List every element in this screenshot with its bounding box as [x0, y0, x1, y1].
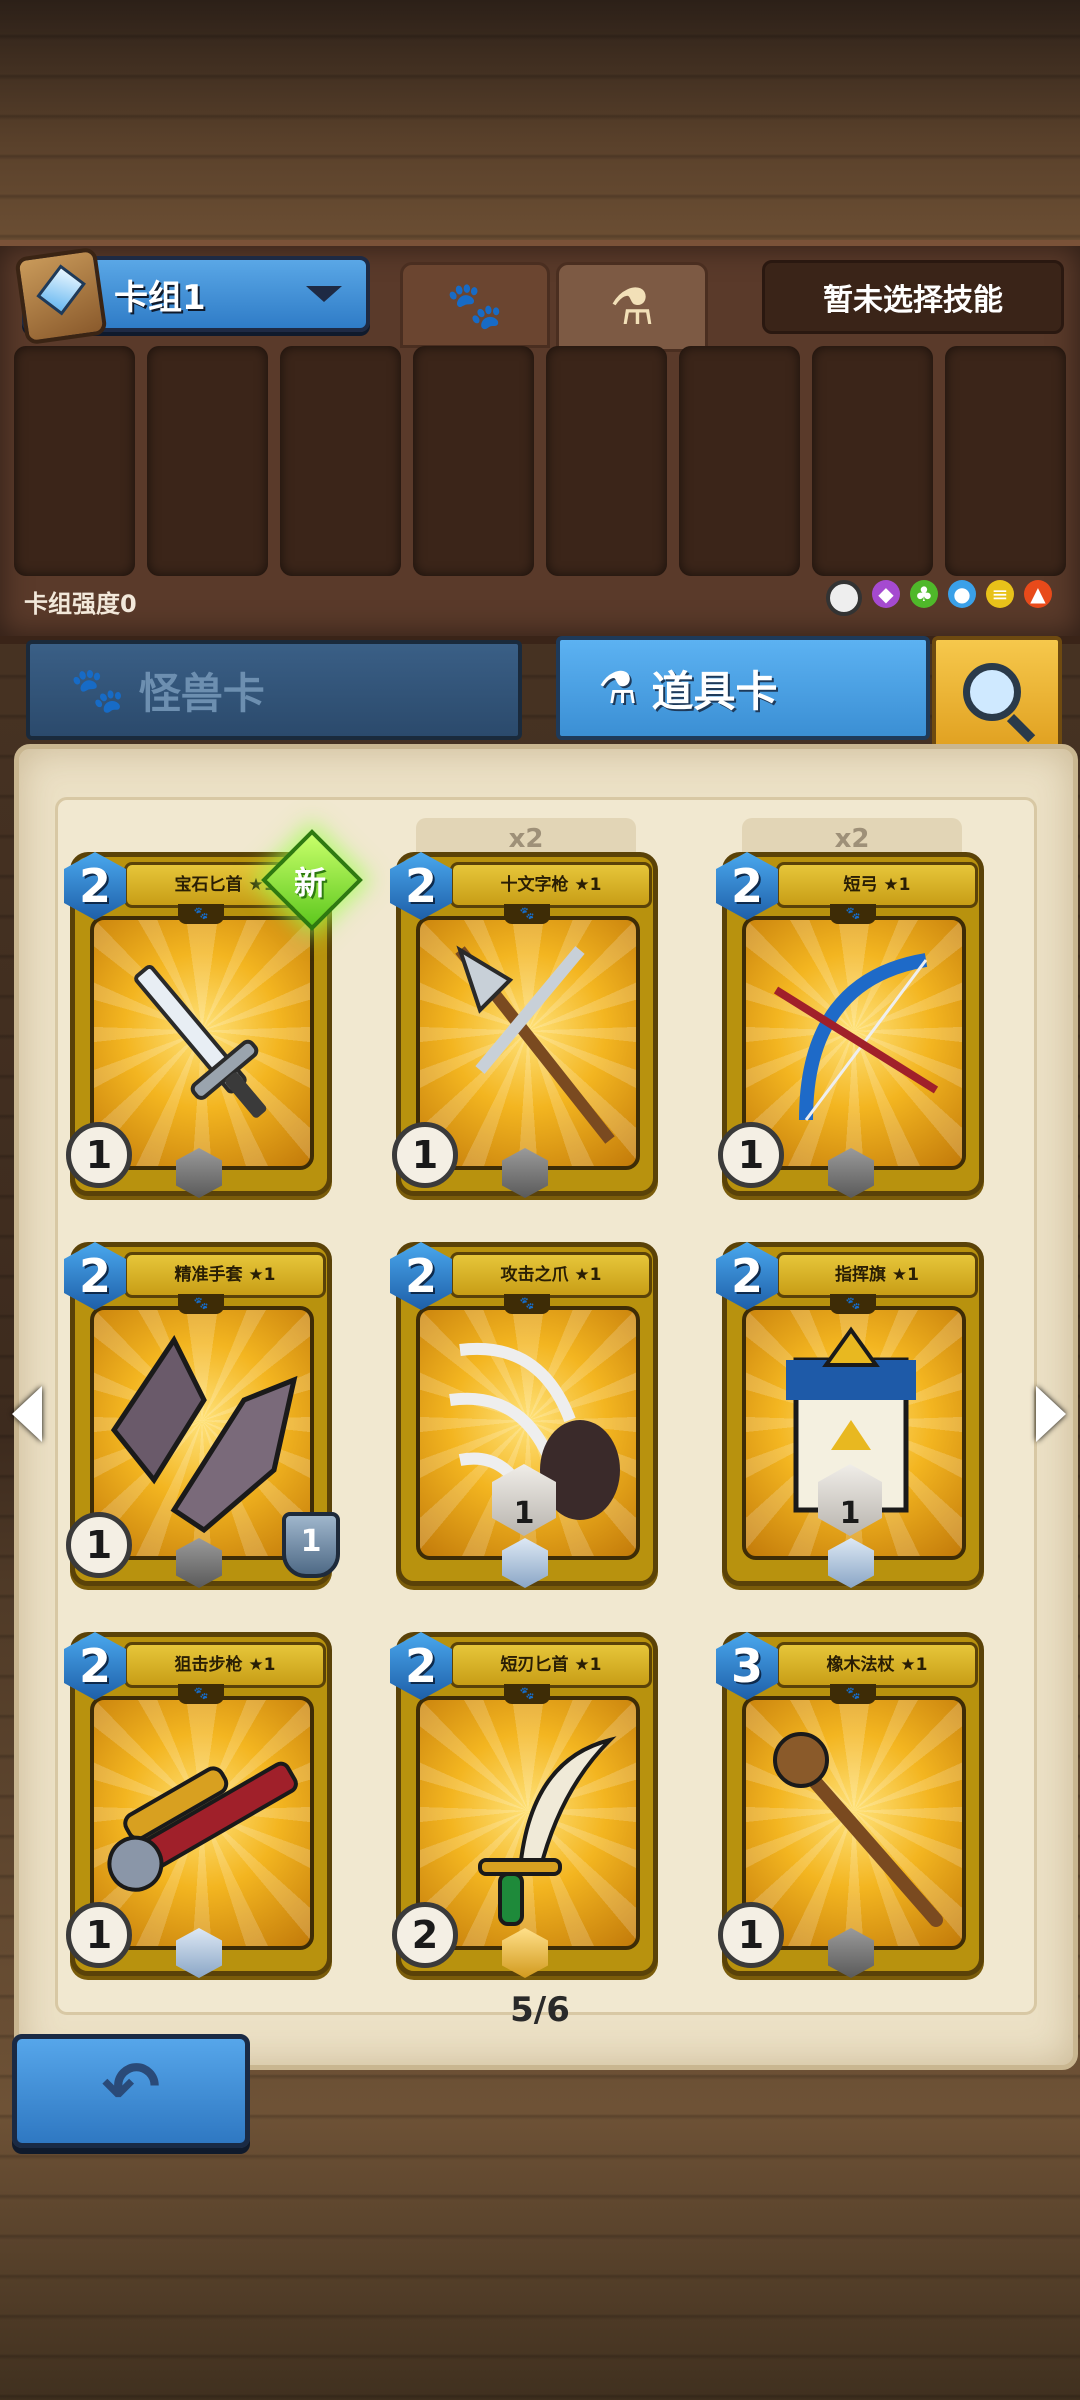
- bow-icon: [773, 953, 939, 1121]
- card-name: 攻击之爪 ★1: [450, 1252, 652, 1298]
- paw-icon: 🐾: [830, 1684, 876, 1704]
- next-page-arrow[interactable]: [1036, 1386, 1066, 1442]
- red-icon: ▲: [1024, 580, 1052, 608]
- item-card[interactable]: x2 十文字枪 ★1 2 🐾 1: [390, 818, 658, 1198]
- item-card[interactable]: x2 短弓 ★1 2 🐾 1: [716, 818, 984, 1198]
- card-art: [416, 1696, 640, 1950]
- card-attack: 2: [392, 1902, 458, 1968]
- potion-icon: ⚗: [598, 662, 638, 714]
- card-attack: 1: [66, 1512, 132, 1578]
- search-button[interactable]: [932, 636, 1062, 754]
- skill-selector[interactable]: 暂未选择技能: [762, 260, 1064, 334]
- card-name: 十文字枪 ★1: [450, 862, 652, 908]
- card-name: 狙击步枪 ★1: [124, 1642, 326, 1688]
- paw-icon: 🐾: [504, 1684, 550, 1704]
- sniper-rifle-icon: [107, 1761, 298, 1892]
- card-name: 橡木法杖 ★1: [776, 1642, 978, 1688]
- item-card[interactable]: 精准手套 ★1 2 🐾 1 1: [64, 1242, 340, 1588]
- armor-badge: 1: [282, 1512, 340, 1578]
- deck-slot[interactable]: [812, 346, 933, 576]
- tab-monster-skills[interactable]: 🐾: [400, 262, 550, 348]
- item-card[interactable]: 橡木法杖 ★1 3 🐾 1: [716, 1632, 984, 1978]
- deck-slot[interactable]: [413, 346, 534, 576]
- dagger-icon: [134, 964, 267, 1118]
- search-icon: [963, 663, 1021, 721]
- deck-slots: [14, 346, 1066, 576]
- card-name: 精准手套 ★1: [124, 1252, 326, 1298]
- new-label: 新: [293, 864, 326, 902]
- card-attack: 1: [66, 1122, 132, 1188]
- deck-slot[interactable]: [147, 346, 268, 576]
- oak-staff-icon: [773, 1732, 943, 1927]
- gauntlet-icon: [110, 1335, 298, 1534]
- tab-item-label: 道具卡: [651, 666, 778, 716]
- deck-strength-label: 卡组强度0: [24, 590, 137, 618]
- paw-icon: 🐾: [830, 904, 876, 924]
- paw-icon: 🐾: [504, 904, 550, 924]
- back-button[interactable]: ↶: [12, 2034, 250, 2148]
- paw-icon: 🐾: [178, 1294, 224, 1314]
- tab-monster-label: 怪兽卡: [138, 668, 265, 718]
- tab-item-skills[interactable]: ⚗: [556, 262, 708, 352]
- card-name: 指挥旗 ★1: [776, 1252, 978, 1298]
- card-attack: 1: [718, 1122, 784, 1188]
- page-indicator: 5/6: [510, 1990, 570, 2030]
- paw-icon: 🐾: [70, 665, 125, 716]
- paw-icon: 🐾: [178, 1684, 224, 1704]
- deck-slot[interactable]: [679, 346, 800, 576]
- paw-icon: 🐾: [830, 1294, 876, 1314]
- card-art: [742, 916, 966, 1170]
- card-attack: 1: [392, 1122, 458, 1188]
- deck-slot[interactable]: [14, 346, 135, 576]
- prev-page-arrow[interactable]: [12, 1386, 42, 1442]
- paw-icon: 🐾: [446, 277, 504, 332]
- card-art: [90, 1696, 314, 1950]
- element-icons: ◆ ♣ ● ≡ ▲: [826, 580, 1052, 616]
- card-art: [742, 1696, 966, 1950]
- card-attack: 1: [66, 1902, 132, 1968]
- blue-icon: ●: [948, 580, 976, 608]
- card-art: [90, 916, 314, 1170]
- neutral-icon: [826, 580, 862, 616]
- chevron-down-icon: [306, 286, 342, 302]
- item-card[interactable]: 指挥旗 ★1 2 🐾 1: [716, 1242, 984, 1588]
- paw-icon: 🐾: [504, 1294, 550, 1314]
- deck-selector[interactable]: 卡组1: [14, 246, 370, 346]
- potion-icon: ⚗: [609, 278, 655, 336]
- paw-icon: 🐾: [178, 904, 224, 924]
- spear-icon: [455, 945, 615, 1144]
- card-art: [416, 916, 640, 1170]
- deck-slot[interactable]: [280, 346, 401, 576]
- deck-book-icon: [14, 246, 108, 346]
- item-card[interactable]: 攻击之爪 ★1 2 🐾 1: [390, 1242, 658, 1588]
- deck-slot[interactable]: [945, 346, 1066, 576]
- item-card[interactable]: 宝石匕首 ★1 2 🐾 1 新: [64, 829, 363, 1198]
- deck-name: 卡组1: [114, 278, 206, 318]
- purple-icon: ◆: [872, 580, 900, 608]
- deck-slot[interactable]: [546, 346, 667, 576]
- card-name: 短弓 ★1: [776, 862, 978, 908]
- green-icon: ♣: [910, 580, 938, 608]
- card-art: [90, 1306, 314, 1560]
- back-arrow-icon: ↶: [101, 2046, 161, 2128]
- curved-dagger-icon: [478, 1736, 617, 1926]
- card-attack: 1: [718, 1902, 784, 1968]
- card-name: 短刃匕首 ★1: [450, 1642, 652, 1688]
- item-card[interactable]: 短刃匕首 ★1 2 🐾 2: [390, 1632, 658, 1978]
- yellow-icon: ≡: [986, 580, 1014, 608]
- tab-monster-cards[interactable]: 🐾 怪兽卡: [26, 640, 522, 740]
- tab-item-cards[interactable]: ⚗ 道具卡: [556, 636, 930, 740]
- item-card[interactable]: 狙击步枪 ★1 2 🐾 1: [64, 1632, 332, 1978]
